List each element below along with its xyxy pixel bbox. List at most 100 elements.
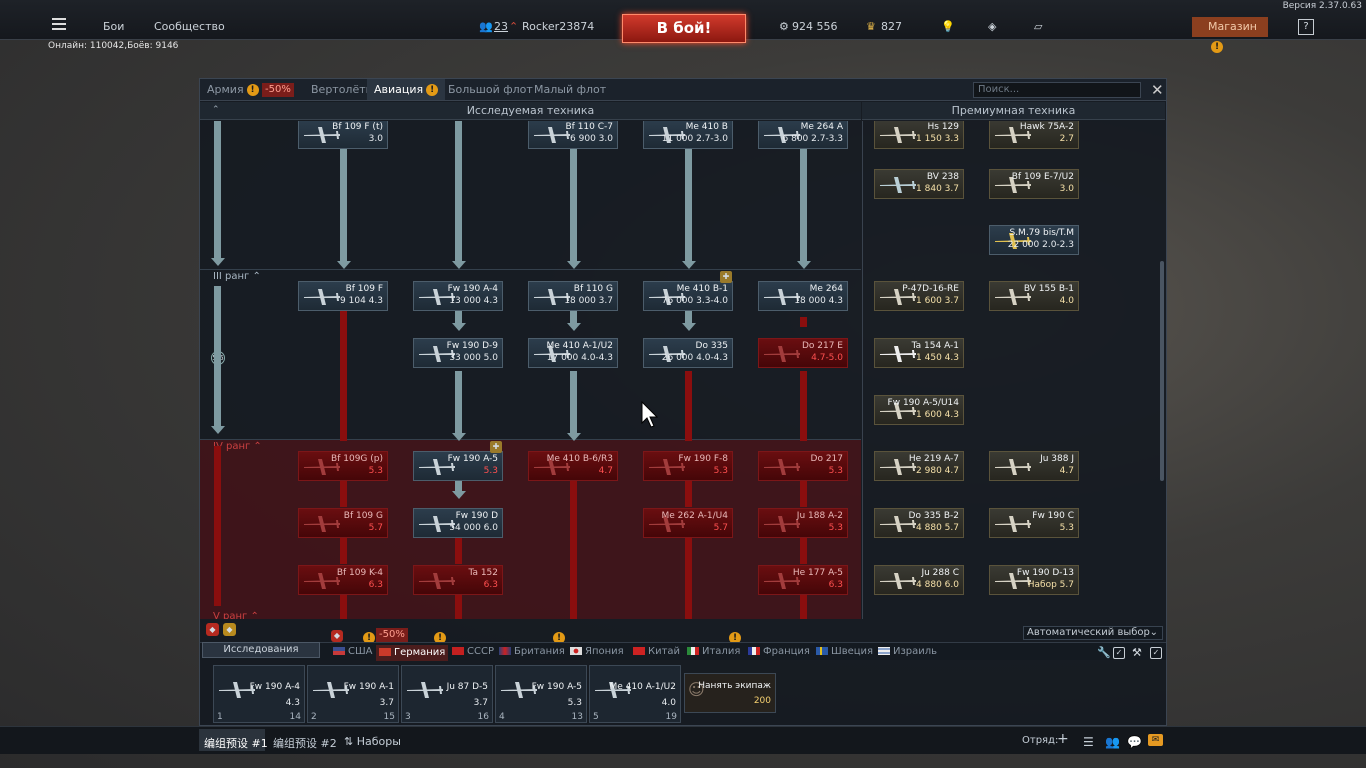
- repair-all-icon[interactable]: ⚒: [1132, 646, 1142, 659]
- vehicle-card[interactable]: Me 410 B-1 76 000 3.3-4.0: [643, 281, 733, 311]
- vehicle-card[interactable]: Bf 110 G 18 000 3.7: [528, 281, 618, 311]
- tab-bluewater-fleet[interactable]: Большой флот: [441, 79, 540, 100]
- community-menu[interactable]: Сообщество: [154, 20, 225, 33]
- research-button[interactable]: Исследования: [202, 642, 320, 658]
- nation-israel[interactable]: Израиль: [878, 646, 937, 657]
- crew-slot[interactable]: Ju 87 D-5 3.7 3 16: [401, 665, 493, 723]
- nation-japan[interactable]: Япония: [570, 646, 624, 657]
- vehicle-card[interactable]: Do 217 E 4.7-5.0: [758, 338, 848, 368]
- vehicle-card[interactable]: Ju 188 A-2 5.3: [758, 508, 848, 538]
- vehicle-card[interactable]: Fw 190 D 54 000 6.0: [413, 508, 503, 538]
- auto-select-dropdown[interactable]: Автоматический выбор ⌄: [1023, 626, 1163, 640]
- vehicle-card[interactable]: Fw 190 A-4 13 000 4.3: [413, 281, 503, 311]
- vehicle-card[interactable]: Bf 109 F (t) 3.0: [298, 121, 388, 149]
- vehicle-card[interactable]: S.M.79 bis/T.M 22 000 2.0-2.3: [989, 225, 1079, 255]
- silver-balance[interactable]: 924 556: [792, 20, 838, 33]
- battles-menu[interactable]: Бои: [103, 20, 124, 33]
- nation-italy[interactable]: Италия: [687, 646, 740, 657]
- vehicle-card[interactable]: Me 410 B-6/R3 4.7: [528, 451, 618, 481]
- vehicle-card[interactable]: Bf 109 K-4 6.3: [298, 565, 388, 595]
- crew-slot[interactable]: Fw 190 A-5 5.3 4 13: [495, 665, 587, 723]
- preset-tab-2[interactable]: 编组预设 #2: [273, 735, 337, 751]
- help-button[interactable]: ?: [1298, 19, 1314, 35]
- tab-army[interactable]: Армия!: [200, 79, 266, 100]
- scrollbar[interactable]: [1160, 261, 1164, 481]
- squad-icon[interactable]: 👥: [479, 20, 493, 33]
- premium-vehicle-card[interactable]: BV 238 1 840 3.7: [874, 169, 964, 199]
- shop-button[interactable]: Магазин!: [1192, 17, 1268, 53]
- premium-vehicle-card[interactable]: Fw 190 D-13 Набор 5.7: [989, 565, 1079, 595]
- vehicle-card[interactable]: Do 217 5.3: [758, 451, 848, 481]
- nation-germany[interactable]: Германия: [376, 645, 449, 661]
- vehicle-card[interactable]: Fw 190 F-8 5.3: [643, 451, 733, 481]
- vehicle-info: Набор 5.7: [1027, 580, 1074, 590]
- premium-vehicle-card[interactable]: Hs 129 1 150 3.3: [874, 121, 964, 149]
- username[interactable]: Rocker23874: [522, 20, 594, 33]
- pass-icon[interactable]: ▱: [1034, 20, 1042, 33]
- research-badge-icon: ✚: [720, 271, 732, 283]
- list-icon[interactable]: ☰: [1083, 735, 1094, 749]
- vehicle-card[interactable]: Fw 190 A-5 5.3: [413, 451, 503, 481]
- premium-vehicle-card[interactable]: BV 155 B-1 4.0: [989, 281, 1079, 311]
- hire-crew-button[interactable]: ☺ Нанять экипаж 200: [684, 673, 776, 713]
- add-squad-icon[interactable]: +: [1057, 731, 1069, 747]
- vehicle-info: 4.7: [598, 466, 613, 476]
- close-icon[interactable]: ✕: [1151, 81, 1164, 99]
- premium-vehicle-card[interactable]: Ta 154 A-1 1 450 4.3: [874, 338, 964, 368]
- friends-icon[interactable]: 👥: [1105, 735, 1120, 749]
- gold-balance[interactable]: 827: [881, 20, 902, 33]
- nation-ussr[interactable]: СССР: [452, 646, 494, 657]
- vehicle-name: Me 264: [809, 284, 843, 294]
- vehicle-card[interactable]: He 177 A-5 6.3: [758, 565, 848, 595]
- checkbox-icon[interactable]: ✓: [1150, 647, 1162, 659]
- vehicle-card[interactable]: Bf 109 F 9 104 4.3: [298, 281, 388, 311]
- medal-icon[interactable]: ◆: [223, 623, 236, 636]
- vehicle-card[interactable]: Bf 109G (p) 5.3: [298, 451, 388, 481]
- premium-vehicle-card[interactable]: He 219 A-7 2 980 4.7: [874, 451, 964, 481]
- tab-coastal-fleet[interactable]: Малый флот: [527, 79, 613, 100]
- premium-vehicle-card[interactable]: Fw 190 C 5.3: [989, 508, 1079, 538]
- sets-button[interactable]: ⇅ Наборы: [344, 735, 401, 748]
- vehicle-card[interactable]: Me 264 A 6 800 2.7-3.3: [758, 121, 848, 149]
- vehicle-card[interactable]: Me 264 18 000 4.3: [758, 281, 848, 311]
- mail-icon[interactable]: ✉: [1148, 734, 1163, 746]
- shield-icon[interactable]: ◆: [206, 623, 219, 636]
- vehicle-name: P-47D-16-RE: [902, 284, 959, 294]
- vehicle-card[interactable]: Me 262 A-1/U4 5.7: [643, 508, 733, 538]
- wrench-icon[interactable]: 🔧: [1097, 646, 1111, 659]
- vehicle-card[interactable]: Fw 190 D-9 33 000 5.0: [413, 338, 503, 368]
- vehicle-card[interactable]: Me 410 B 11 000 2.7-3.0: [643, 121, 733, 149]
- nation-usa[interactable]: США: [333, 646, 373, 657]
- checkbox-icon[interactable]: ✓: [1113, 647, 1125, 659]
- arrow-down-icon: [682, 261, 696, 269]
- menu-icon[interactable]: [52, 18, 66, 30]
- vehicle-card[interactable]: Ta 152 6.3: [413, 565, 503, 595]
- search-input[interactable]: Поиск...: [973, 82, 1141, 98]
- crew-slot[interactable]: Fw 190 A-1 3.7 2 15: [307, 665, 399, 723]
- premium-vehicle-card[interactable]: Hawk 75A-2 2.7: [989, 121, 1079, 149]
- premium-vehicle-card[interactable]: Ju 288 C 4 880 6.0: [874, 565, 964, 595]
- nation-china[interactable]: Китай: [633, 646, 680, 657]
- premium-vehicle-card[interactable]: Fw 190 A-5/U14 1 600 4.3: [874, 395, 964, 425]
- vehicle-card[interactable]: Bf 110 C-7 6 900 3.0: [528, 121, 618, 149]
- nation-britain[interactable]: Британия: [499, 646, 565, 657]
- tab-aviation[interactable]: Авиация!: [367, 79, 446, 100]
- vehicle-card[interactable]: Do 335 26 000 4.0-4.3: [643, 338, 733, 368]
- vehicle-card[interactable]: Me 410 A-1/U2 17 000 4.0-4.3: [528, 338, 618, 368]
- premium-vehicle-card[interactable]: P-47D-16-RE 1 600 3.7: [874, 281, 964, 311]
- collapse-up-icon[interactable]: ⌃: [212, 105, 220, 115]
- nation-sweden[interactable]: Швеция: [816, 646, 873, 657]
- chat-icon[interactable]: 💬: [1127, 735, 1142, 749]
- premium-vehicle-card[interactable]: Do 335 B-2 4 880 5.7: [874, 508, 964, 538]
- vehicle-card[interactable]: Bf 109 G 5.7: [298, 508, 388, 538]
- nation-france[interactable]: Франция: [748, 646, 810, 657]
- arrow-down-icon: [211, 258, 225, 266]
- wheel-icon[interactable]: ◈: [988, 20, 996, 33]
- to-battle-button[interactable]: В бой!: [622, 14, 746, 43]
- crew-slot[interactable]: Fw 190 A-4 4.3 1 14: [213, 665, 305, 723]
- crew-slot[interactable]: Me 410 A-1/U2 4.0 5 19: [589, 665, 681, 723]
- premium-vehicle-card[interactable]: Bf 109 E-7/U2 3.0: [989, 169, 1079, 199]
- lightbulb-icon[interactable]: 💡: [941, 20, 955, 33]
- premium-vehicle-card[interactable]: Ju 388 J 4.7: [989, 451, 1079, 481]
- preset-tab-1[interactable]: 编组预设 #1: [204, 735, 268, 751]
